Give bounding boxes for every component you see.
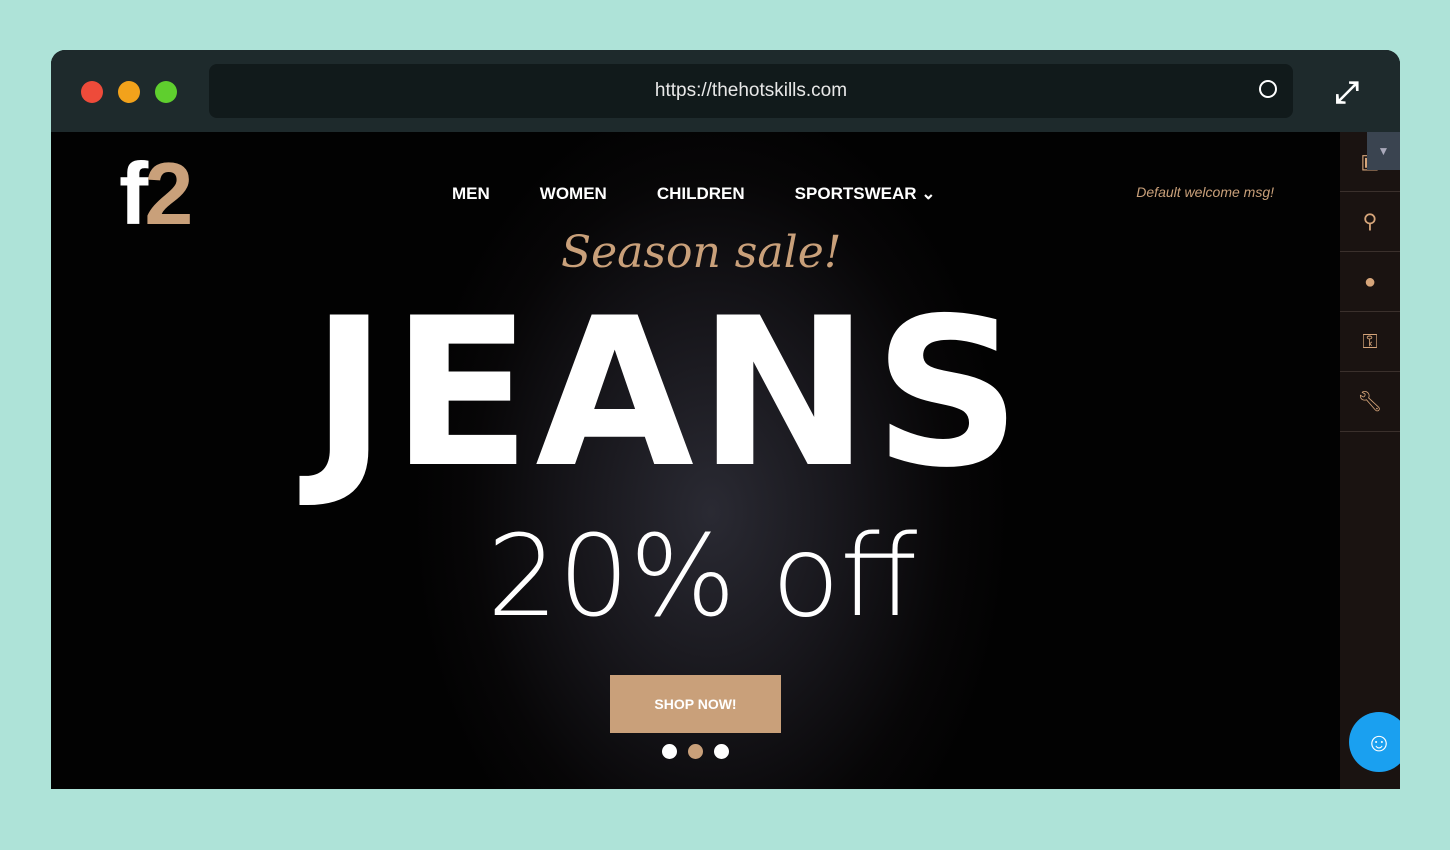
logo-letter: f bbox=[119, 144, 148, 243]
user-icon[interactable]: ● bbox=[1340, 252, 1400, 312]
slide-dot-active[interactable] bbox=[688, 744, 703, 759]
key-icon[interactable]: ⚿ bbox=[1340, 312, 1400, 372]
slider-dots bbox=[662, 744, 729, 759]
maximize-button[interactable] bbox=[155, 81, 177, 103]
browser-toolbar: https://thehotskills.com ⤢ bbox=[51, 50, 1400, 132]
url-text: https://thehotskills.com bbox=[654, 80, 848, 101]
browser-window: https://thehotskills.com ⤢ f2 MEN WOMEN … bbox=[51, 50, 1400, 789]
search-icon[interactable] bbox=[1259, 80, 1277, 98]
nav-men[interactable]: MEN bbox=[452, 184, 490, 204]
nav-women[interactable]: WOMEN bbox=[540, 184, 607, 204]
nav-sportswear[interactable]: SPORTSWEAR ⌄ bbox=[795, 184, 936, 204]
welcome-message: Default welcome msg! bbox=[1136, 184, 1274, 200]
hero-banner: f2 MEN WOMEN CHILDREN SPORTSWEAR ⌄ Defau… bbox=[51, 132, 1340, 789]
address-bar[interactable]: https://thehotskills.com bbox=[209, 64, 1293, 118]
sidebar-toolbar: ▣ ⚲ ● ⚿ 🔧︎ bbox=[1340, 132, 1400, 789]
logo-number: 2 bbox=[144, 144, 193, 243]
hero-title: JEANS bbox=[311, 275, 1026, 513]
logo[interactable]: f2 bbox=[119, 150, 193, 238]
slide-dot[interactable] bbox=[714, 744, 729, 759]
close-button[interactable] bbox=[81, 81, 103, 103]
chat-bot-icon[interactable]: ☺ bbox=[1349, 712, 1400, 772]
expand-icon[interactable]: ⤢ bbox=[1335, 76, 1359, 110]
main-nav: MEN WOMEN CHILDREN SPORTSWEAR ⌄ bbox=[452, 184, 935, 204]
hero-subtitle: Season sale! bbox=[561, 227, 842, 278]
shop-now-button[interactable]: SHOP NOW! bbox=[610, 675, 781, 733]
hero-discount: 20% off bbox=[487, 512, 918, 642]
search-icon[interactable]: ⚲ bbox=[1340, 192, 1400, 252]
nav-children[interactable]: CHILDREN bbox=[657, 184, 745, 204]
slide-dot[interactable] bbox=[662, 744, 677, 759]
chevron-down-icon[interactable]: ▼ bbox=[1367, 132, 1400, 170]
minimize-button[interactable] bbox=[118, 81, 140, 103]
wrench-icon[interactable]: 🔧︎ bbox=[1340, 372, 1400, 432]
